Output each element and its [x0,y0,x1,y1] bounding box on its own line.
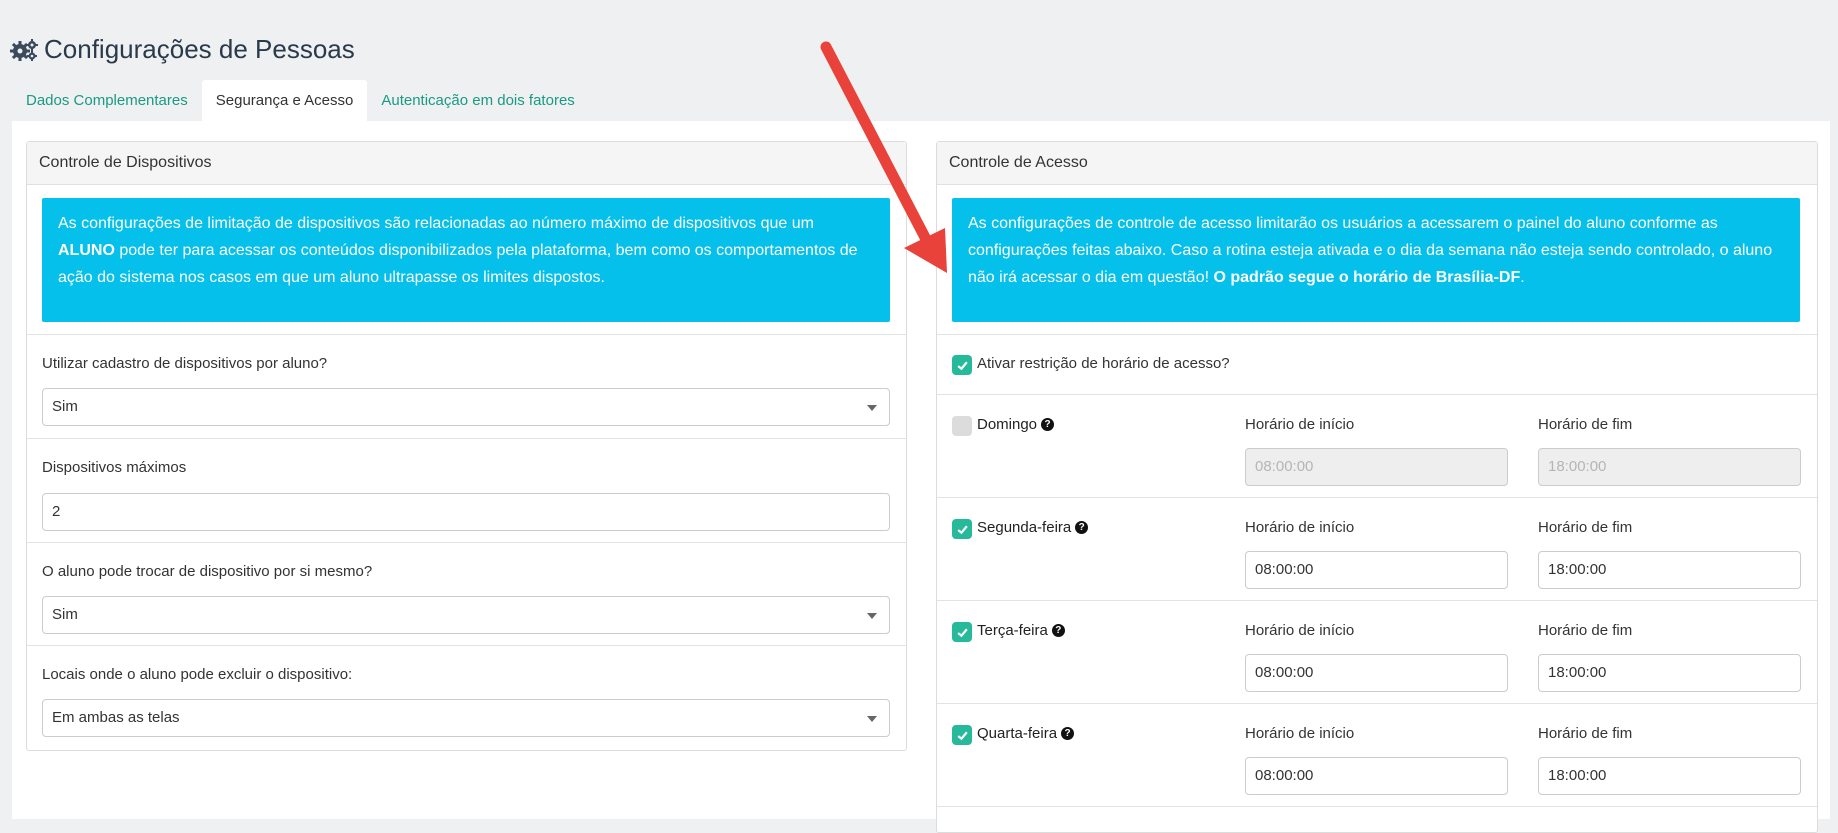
end-time-input-segunda[interactable]: 18:00:00 [1538,551,1801,589]
use-registry-label: Utilizar cadastro de dispositivos por al… [42,355,328,372]
tab-autenticacao-dois-fatores[interactable]: Autenticação em dois fatores [367,80,588,121]
check-icon [956,525,968,534]
red-arrow-icon [820,41,947,273]
day-name: Quarta-feira [977,725,1058,742]
access-alert-end: . [1520,269,1525,286]
page-header: Configurações de Pessoas [10,34,355,65]
self-swap-select[interactable]: Sim [42,596,890,634]
access-control-heading: Controle de Acesso [937,142,1817,185]
day-label-domingo: Domingo ? [977,416,1055,433]
self-swap-label: O aluno pode trocar de dispositivo por s… [42,563,373,580]
day-label-segunda: Segunda-feira ? [977,519,1089,536]
device-alert-bold: ALUNO [58,242,115,259]
check-icon [956,731,968,740]
start-time-label: Horário de início [1245,622,1355,639]
divider [937,497,1817,498]
end-time-input-domingo[interactable]: 18:00:00 [1538,448,1801,486]
divider [27,542,906,543]
chevron-down-icon [867,613,877,619]
end-time-input-quarta[interactable]: 18:00:00 [1538,757,1801,795]
check-icon [956,361,968,370]
day-name: Segunda-feira [977,519,1072,536]
end-time-value: 18:00:00 [1548,664,1607,681]
end-time-value: 18:00:00 [1548,458,1607,475]
max-devices-input[interactable]: 2 [42,493,890,531]
divider [937,334,1817,335]
divider [27,438,906,439]
end-time-label: Horário de fim [1538,519,1633,536]
start-time-label: Horário de início [1245,519,1355,536]
start-time-input-segunda[interactable]: 08:00:00 [1245,551,1508,589]
day-checkbox-segunda[interactable] [952,519,972,539]
day-label-terca: Terça-feira ? [977,622,1065,639]
end-time-label: Horário de fim [1538,725,1633,742]
question-circle-icon[interactable]: ? [1061,727,1075,740]
restriction-checkbox[interactable] [952,355,972,375]
start-time-value: 08:00:00 [1255,767,1314,784]
gears-icon [10,38,38,62]
end-time-value: 18:00:00 [1548,767,1607,784]
use-registry-select[interactable]: Sim [42,388,890,426]
access-alert-bold: O padrão segue o horário de Brasília-DF [1213,269,1521,286]
question-circle-icon[interactable]: ? [1041,418,1055,431]
question-circle-icon[interactable]: ? [1051,624,1065,637]
day-checkbox-quarta[interactable] [952,725,972,745]
device-alert-text: As configurações de limitação de disposi… [58,215,814,232]
end-time-label: Horário de fim [1538,622,1633,639]
use-registry-value: Sim [52,398,78,415]
end-time-label: Horário de fim [1538,416,1633,433]
start-time-label: Horário de início [1245,416,1355,433]
device-info-alert: As configurações de limitação de disposi… [42,198,890,322]
delete-places-value: Em ambas as telas [52,709,180,726]
divider [27,334,906,335]
access-info-alert: As configurações de controle de acesso l… [952,198,1800,322]
day-checkbox-terca[interactable] [952,622,972,642]
question-circle-icon[interactable]: ? [1075,521,1089,534]
divider [27,645,906,646]
day-label-quarta: Quarta-feira ? [977,725,1075,742]
chevron-down-icon [867,405,877,411]
tab-bar: Dados Complementares Segurança e Acesso … [12,80,589,121]
start-time-value: 08:00:00 [1255,664,1314,681]
end-time-value: 18:00:00 [1548,561,1607,578]
tab-seguranca-acesso[interactable]: Segurança e Acesso [201,80,368,121]
start-time-input-domingo[interactable]: 08:00:00 [1245,448,1508,486]
access-control-panel: Controle de Acesso As configurações de c… [936,141,1818,833]
divider [937,806,1817,807]
day-name: Terça-feira [977,622,1048,639]
start-time-value: 08:00:00 [1255,561,1314,578]
chevron-down-icon [867,716,877,722]
max-devices-label: Dispositivos máximos [42,459,187,476]
device-control-heading: Controle de Dispositivos [27,142,906,185]
check-icon [956,628,968,637]
end-time-input-terca[interactable]: 18:00:00 [1538,654,1801,692]
day-checkbox-domingo[interactable] [952,416,972,436]
device-control-panel: Controle de Dispositivos As configuraçõe… [26,141,907,751]
delete-places-select[interactable]: Em ambas as telas [42,699,890,737]
delete-places-label: Locais onde o aluno pode excluir o dispo… [42,666,353,683]
divider [937,703,1817,704]
start-time-input-quarta[interactable]: 08:00:00 [1245,757,1508,795]
tab-dados-complementares[interactable]: Dados Complementares [12,80,202,121]
day-name: Domingo [977,416,1038,433]
divider [937,394,1817,395]
device-alert-text-end: pode ter para acessar os conteúdos dispo… [58,242,858,286]
divider [937,600,1817,601]
restriction-label: Ativar restrição de horário de acesso? [977,355,1230,372]
start-time-value: 08:00:00 [1255,458,1314,475]
start-time-input-terca[interactable]: 08:00:00 [1245,654,1508,692]
max-devices-value: 2 [52,503,61,520]
start-time-label: Horário de início [1245,725,1355,742]
self-swap-value: Sim [52,606,78,623]
page-title: Configurações de Pessoas [44,34,355,64]
